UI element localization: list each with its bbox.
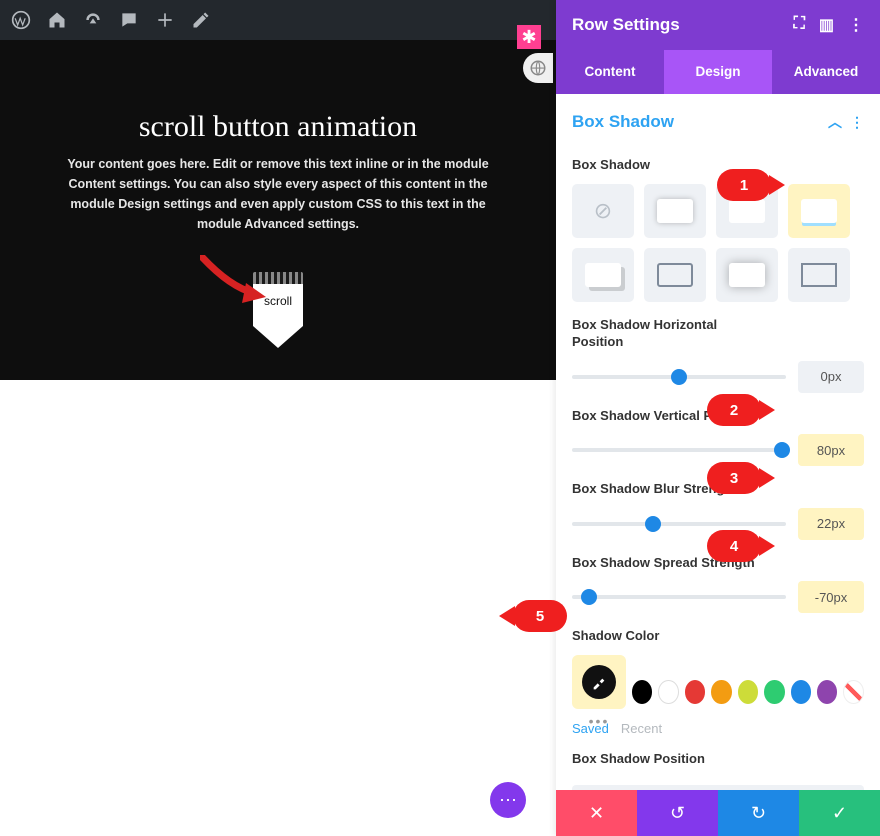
value-horizontal[interactable]: 0px bbox=[798, 361, 864, 393]
preset-sh2[interactable] bbox=[716, 184, 778, 238]
tab-design[interactable]: Design bbox=[664, 50, 772, 94]
swatch-black[interactable] bbox=[632, 680, 652, 704]
wordpress-icon[interactable] bbox=[6, 5, 36, 35]
swatch-blue[interactable] bbox=[791, 680, 811, 704]
panel-bottom-bar: ✕ ↺ ↻ ✓ bbox=[556, 790, 880, 836]
label-blur: Box Shadow Blur Strength bbox=[572, 466, 772, 508]
slider-blur[interactable] bbox=[572, 522, 786, 526]
preset-none[interactable]: ⊘ bbox=[572, 184, 634, 238]
panel-tabs: Content Design Advanced bbox=[556, 50, 880, 94]
swatch-white[interactable] bbox=[658, 680, 679, 704]
value-spread[interactable]: -70px bbox=[798, 581, 864, 613]
value-blur[interactable]: 22px bbox=[798, 508, 864, 540]
section-kebab-icon[interactable]: ⋮ bbox=[850, 114, 864, 131]
chevron-up-icon[interactable]: ︿ bbox=[828, 112, 842, 132]
color-tab-recent[interactable]: Recent bbox=[621, 721, 662, 736]
tab-advanced[interactable]: Advanced bbox=[772, 50, 880, 94]
label-horizontal: Box Shadow Horizontal Position bbox=[572, 302, 772, 361]
slider-spread[interactable] bbox=[572, 595, 786, 599]
preset-sh1[interactable] bbox=[644, 184, 706, 238]
slider-horizontal[interactable] bbox=[572, 375, 786, 379]
save-button[interactable]: ✓ bbox=[799, 790, 880, 836]
slider-vertical[interactable] bbox=[572, 448, 786, 452]
plus-icon[interactable] bbox=[150, 5, 180, 35]
panel-title: Row Settings bbox=[572, 15, 680, 35]
preset-sh5[interactable] bbox=[644, 248, 706, 302]
swatch-lime[interactable] bbox=[738, 680, 758, 704]
expand-icon[interactable]: ⛶ bbox=[794, 15, 805, 35]
value-vertical[interactable]: 80px bbox=[798, 434, 864, 466]
preset-sh4[interactable] bbox=[572, 248, 634, 302]
preview-title: scroll button animation bbox=[0, 40, 556, 144]
slider-handle[interactable] bbox=[581, 589, 597, 605]
preset-sh6[interactable] bbox=[716, 248, 778, 302]
eyedropper-button[interactable] bbox=[572, 655, 626, 709]
pencil-icon[interactable] bbox=[186, 5, 216, 35]
preview-description: Your content goes here. Edit or remove t… bbox=[0, 144, 556, 234]
preset-grid: ⊘ bbox=[572, 184, 864, 302]
label-presets: Box Shadow bbox=[572, 142, 772, 184]
label-position: Box Shadow Position bbox=[572, 736, 772, 778]
color-tab-saved[interactable]: Saved bbox=[572, 721, 609, 736]
kebab-icon[interactable]: ⋮ bbox=[848, 15, 864, 35]
label-vertical: Box Shadow Vertical Position bbox=[572, 393, 772, 435]
globe-icon[interactable] bbox=[523, 53, 553, 83]
dashboard-icon[interactable] bbox=[78, 5, 108, 35]
slider-handle[interactable] bbox=[774, 442, 790, 458]
section-title: Box Shadow bbox=[572, 112, 674, 132]
slider-handle[interactable] bbox=[671, 369, 687, 385]
undo-button[interactable]: ↺ bbox=[637, 790, 718, 836]
cancel-button[interactable]: ✕ bbox=[556, 790, 637, 836]
preset-sh3-selected[interactable] bbox=[788, 184, 850, 238]
preset-sh7[interactable] bbox=[788, 248, 850, 302]
label-spread: Box Shadow Spread Strength bbox=[572, 540, 772, 582]
annotation-arrow bbox=[200, 255, 270, 305]
home-icon[interactable] bbox=[42, 5, 72, 35]
tab-content[interactable]: Content bbox=[556, 50, 664, 94]
comment-icon[interactable] bbox=[114, 5, 144, 35]
page-preview: scroll button animation Your content goe… bbox=[0, 40, 556, 380]
swatch-purple[interactable] bbox=[817, 680, 837, 704]
settings-panel: Row Settings ⛶ ▥ ⋮ Content Design Advanc… bbox=[556, 0, 880, 836]
panel-body: Box Shadow ︿ ⋮ Box Shadow ⊘ Box Shadow Ho… bbox=[556, 94, 880, 790]
label-color: Shadow Color bbox=[572, 613, 772, 655]
swatch-transparent[interactable] bbox=[843, 680, 864, 704]
swatch-orange[interactable] bbox=[711, 680, 731, 704]
panel-header: Row Settings ⛶ ▥ ⋮ bbox=[556, 0, 880, 50]
star-badge-icon[interactable]: ✱ bbox=[517, 25, 541, 49]
swatch-green[interactable] bbox=[764, 680, 784, 704]
redo-button[interactable]: ↻ bbox=[718, 790, 799, 836]
slider-handle[interactable] bbox=[645, 516, 661, 532]
swatch-red[interactable] bbox=[685, 680, 705, 704]
layout-icon[interactable]: ▥ bbox=[819, 15, 834, 35]
section-box-shadow[interactable]: Box Shadow ︿ ⋮ bbox=[572, 106, 864, 142]
fab-more[interactable]: ⋯ bbox=[490, 782, 526, 818]
